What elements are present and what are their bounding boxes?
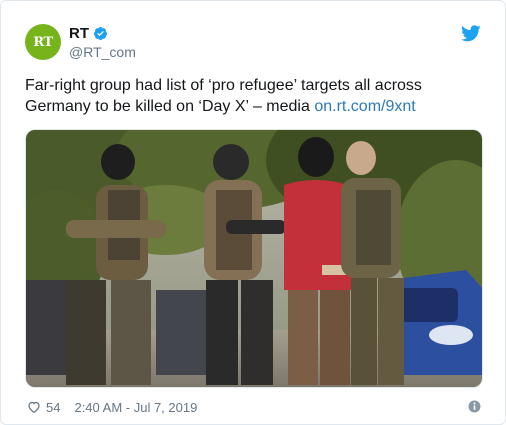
- heart-icon[interactable]: [27, 400, 41, 414]
- name-row: RT: [69, 24, 136, 43]
- author-names[interactable]: RT @RT_com: [69, 24, 136, 60]
- display-name[interactable]: RT: [69, 25, 89, 42]
- info-icon[interactable]: [468, 400, 481, 413]
- verified-badge-icon: [93, 26, 108, 41]
- twitter-bird-icon[interactable]: [461, 25, 481, 42]
- tweet-header: RT RT @RT_com: [25, 23, 136, 61]
- like-count: 54: [46, 399, 61, 415]
- tweet-link[interactable]: on.rt.com/9xnt: [314, 98, 415, 115]
- account-handle[interactable]: @RT_com: [69, 44, 136, 60]
- tweet-text: Far-right group had list of ‘pro refugee…: [25, 75, 485, 117]
- photo-image: [26, 130, 482, 387]
- avatar[interactable]: RT: [25, 24, 61, 60]
- tweet-timestamp[interactable]: 2:40 AM - Jul 7, 2019: [74, 400, 197, 415]
- avatar-logo-text: RT: [33, 34, 53, 50]
- tweet-footer: 54 2:40 AM - Jul 7, 2019: [27, 398, 197, 416]
- tweet-card[interactable]: RT RT @RT_com Far-right group had list o…: [0, 0, 506, 425]
- tweet-photo[interactable]: [25, 129, 483, 388]
